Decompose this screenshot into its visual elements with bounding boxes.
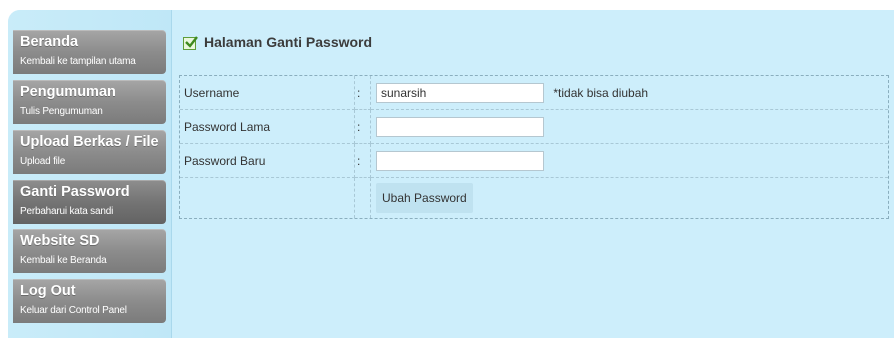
checkbox-icon (183, 35, 198, 50)
page-title: Halaman Ganti Password (204, 34, 373, 50)
old-password-cell (371, 110, 888, 144)
submit-cell: Ubah Password (371, 178, 888, 218)
old-password-label: Password Lama (180, 110, 355, 144)
new-password-cell (371, 144, 888, 178)
sidebar-item-title: Pengumuman (20, 84, 116, 100)
username-note: *tidak bisa diubah (553, 85, 649, 100)
username-field[interactable] (376, 82, 544, 103)
sidebar-item-subtitle: Kembali ke Beranda (20, 255, 107, 266)
sidebar-item-pengumuman[interactable]: Pengumuman Tulis Pengumuman (13, 80, 166, 124)
change-password-button[interactable]: Ubah Password (376, 183, 473, 213)
colon-separator: : (355, 110, 371, 144)
username-label: Username (180, 76, 355, 110)
username-cell: *tidak bisa diubah (371, 76, 888, 110)
sidebar-item-subtitle: Tulis Pengumuman (20, 106, 103, 117)
form-row-new-password: Password Baru : (180, 144, 888, 178)
page-heading: Halaman Ganti Password (183, 34, 372, 50)
colon-separator: : (355, 144, 371, 178)
sidebar-item-website-sd[interactable]: Website SD Kembali ke Beranda (13, 229, 166, 273)
old-password-field[interactable] (376, 116, 544, 137)
sidebar-item-title: Beranda (20, 34, 79, 50)
change-password-form: Username : *tidak bisa diubah Password L… (179, 75, 889, 219)
form-row-old-password: Password Lama : (180, 110, 888, 144)
sidebar-item-subtitle: Perbaharui kata sandi (20, 206, 114, 217)
sidebar-item-title: Upload Berkas / File (20, 134, 159, 150)
sidebar-item-title: Ganti Password (20, 184, 130, 200)
new-password-label: Password Baru (180, 144, 355, 178)
sidebar-item-ganti-password[interactable]: Ganti Password Perbaharui kata sandi (13, 180, 166, 224)
sidebar-item-subtitle: Keluar dari Control Panel (20, 305, 127, 316)
sidebar-item-beranda[interactable]: Beranda Kembali ke tampilan utama (13, 30, 166, 74)
new-password-field[interactable] (376, 150, 544, 171)
sidebar-item-subtitle: Upload file (20, 156, 66, 167)
sidebar-item-title: Log Out (20, 283, 76, 299)
sidebar-item-logout[interactable]: Log Out Keluar dari Control Panel (13, 279, 166, 323)
sidebar-item-subtitle: Kembali ke tampilan utama (20, 56, 136, 67)
colon-separator: : (355, 76, 371, 110)
form-row-username: Username : *tidak bisa diubah (180, 76, 888, 110)
sidebar-item-upload[interactable]: Upload Berkas / File Upload file (13, 130, 166, 174)
empty-cell (180, 178, 355, 218)
sidebar-item-title: Website SD (20, 233, 100, 249)
empty-cell (355, 178, 371, 218)
form-row-submit: Ubah Password (180, 178, 888, 218)
